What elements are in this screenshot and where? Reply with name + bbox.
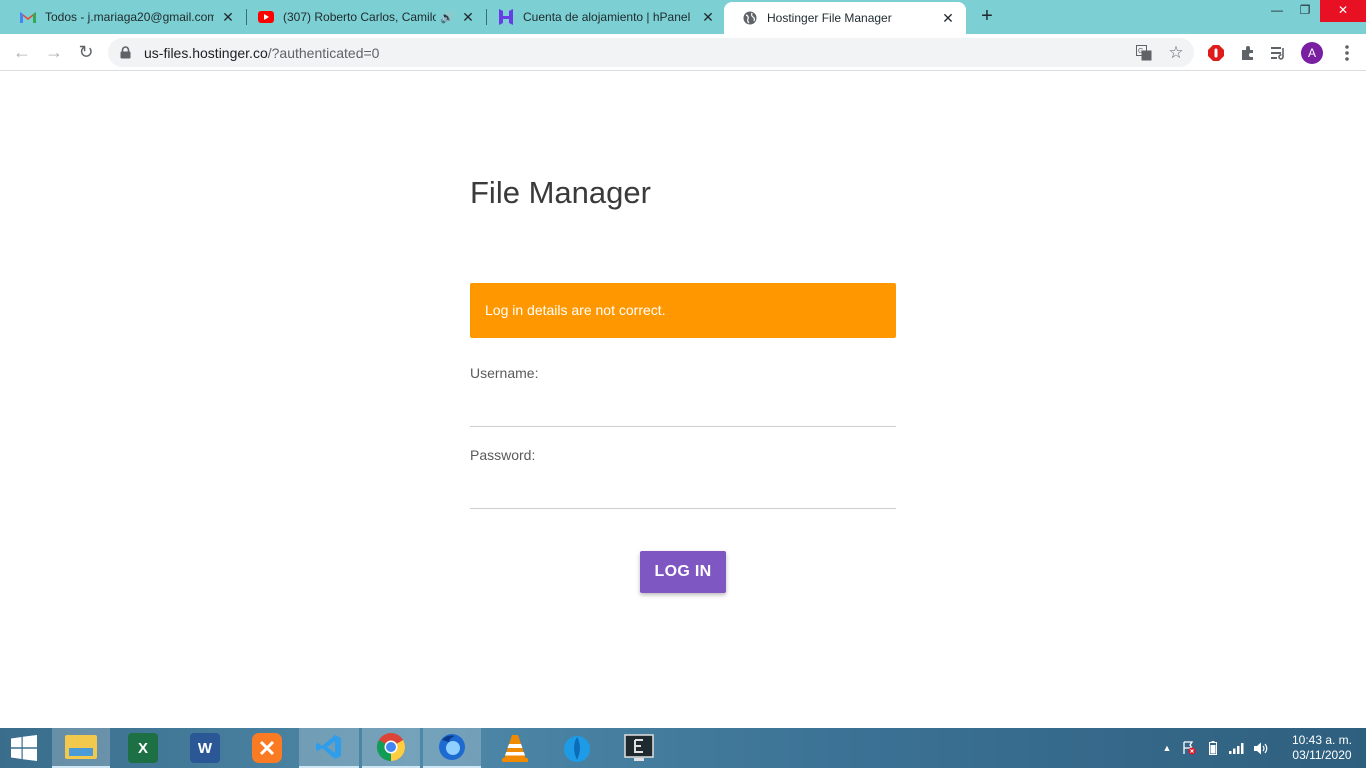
battery-icon[interactable] xyxy=(1202,741,1224,755)
excel-icon[interactable]: X xyxy=(113,728,173,768)
tab-title: Todos - j.mariaga20@gmail.com xyxy=(45,10,214,24)
username-field[interactable] xyxy=(470,397,896,427)
signal-icon[interactable] xyxy=(1226,742,1248,754)
tab-title: Hostinger File Manager xyxy=(767,11,892,25)
password-label: Password: xyxy=(470,447,536,463)
minimize-button[interactable]: — xyxy=(1262,0,1292,22)
browser-tab-strip: Todos - j.mariaga20@gmail.com ✕ (307) Ro… xyxy=(0,0,1366,34)
blue-drop-app-icon[interactable] xyxy=(547,728,607,768)
close-icon[interactable]: ✕ xyxy=(220,9,236,25)
extensions-icon[interactable] xyxy=(1237,42,1259,64)
address-bar[interactable]: us-files.hostinger.co/?authenticated=0 xyxy=(108,38,1194,67)
tab-title: Cuenta de alojamiento | hPanel xyxy=(523,10,691,24)
page-content: File Manager Log in details are not corr… xyxy=(0,71,1366,728)
bookmark-star-icon[interactable]: ☆ xyxy=(1165,42,1187,64)
terminal-monitor-icon[interactable] xyxy=(609,728,669,768)
close-icon[interactable]: ✕ xyxy=(700,9,716,25)
hostinger-icon xyxy=(498,9,514,25)
url-host: us-files.hostinger.co xyxy=(144,44,268,61)
youtube-icon xyxy=(258,9,274,25)
clock-date: 03/11/2020 xyxy=(1292,748,1352,762)
adblock-icon[interactable] xyxy=(1205,42,1227,64)
taskbar-clock[interactable]: 10:43 a. m. 03/11/2020 xyxy=(1282,733,1362,763)
translate-icon[interactable]: G xyxy=(1133,42,1155,64)
clock-time: 10:43 a. m. xyxy=(1291,733,1353,747)
tab-youtube[interactable]: (307) Roberto Carlos, Camilo 🔊 ✕ xyxy=(240,0,486,34)
login-button[interactable]: LOG IN xyxy=(640,551,726,593)
error-alert: Log in details are not correct. xyxy=(470,283,896,338)
windows-start-icon[interactable] xyxy=(0,728,48,768)
restore-button[interactable]: ❐ xyxy=(1290,0,1320,22)
speaker-icon[interactable]: 🔊 xyxy=(440,11,454,24)
vscode-icon[interactable] xyxy=(299,728,359,768)
password-field[interactable] xyxy=(470,479,896,509)
username-label: Username: xyxy=(470,365,539,381)
forward-button[interactable]: → xyxy=(42,41,66,65)
menu-icon[interactable] xyxy=(1336,42,1358,64)
chevron-up-icon[interactable]: ▲ xyxy=(1160,743,1174,753)
close-icon[interactable]: ✕ xyxy=(460,9,476,25)
tab-gmail[interactable]: Todos - j.mariaga20@gmail.com ✕ xyxy=(2,0,246,34)
word-icon[interactable]: W xyxy=(175,728,235,768)
tab-file-manager[interactable]: Hostinger File Manager ✕ xyxy=(724,2,966,34)
url-path: /?authenticated=0 xyxy=(267,44,380,61)
gmail-icon xyxy=(20,9,36,25)
media-queue-icon[interactable] xyxy=(1268,42,1290,64)
globe-icon xyxy=(742,10,758,26)
window-close-button[interactable]: ✕ xyxy=(1320,0,1366,22)
new-tab-button[interactable]: + xyxy=(976,6,998,28)
chrome-icon[interactable] xyxy=(362,728,420,768)
xampp-icon[interactable] xyxy=(237,728,297,768)
tab-hpanel[interactable]: Cuenta de alojamiento | hPanel ✕ xyxy=(480,0,726,34)
file-explorer-icon[interactable] xyxy=(52,728,110,768)
network-error-icon[interactable] xyxy=(1178,741,1200,755)
tab-title: (307) Roberto Carlos, Camilo xyxy=(283,10,437,24)
svg-text:G: G xyxy=(1138,48,1143,55)
system-tray: ▲ xyxy=(1160,728,1272,768)
profile-avatar[interactable]: A xyxy=(1301,42,1323,64)
browser-toolbar: ← → ↻ us-files.hostinger.co/?authenticat… xyxy=(0,34,1366,71)
vlc-icon[interactable] xyxy=(485,728,545,768)
volume-icon[interactable] xyxy=(1250,742,1272,755)
close-icon[interactable]: ✕ xyxy=(940,10,956,26)
page-title: File Manager xyxy=(470,175,651,210)
lock-icon[interactable] xyxy=(120,46,134,60)
reload-button[interactable]: ↻ xyxy=(74,41,98,65)
back-button[interactable]: ← xyxy=(10,41,34,65)
firefox-developer-icon[interactable] xyxy=(423,728,481,768)
